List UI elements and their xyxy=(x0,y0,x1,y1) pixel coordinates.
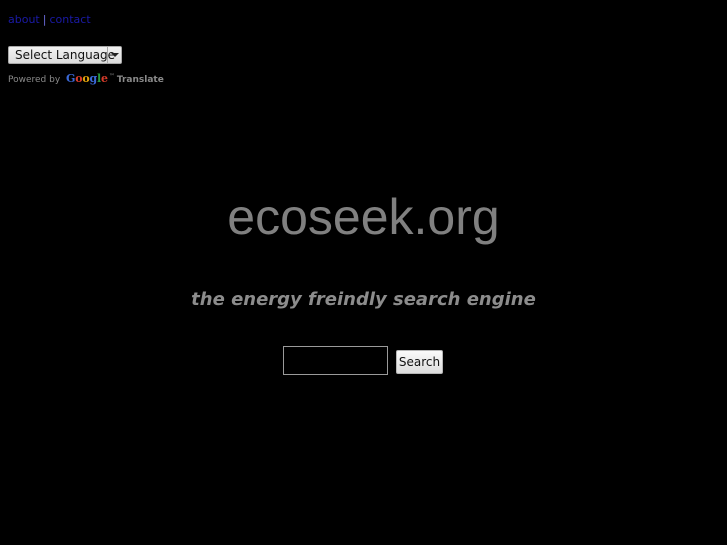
about-link[interactable]: about xyxy=(8,13,40,26)
nav-separator: | xyxy=(42,13,47,26)
google-logo-letter: G xyxy=(66,72,76,85)
google-logo-letter: o xyxy=(82,72,90,85)
trademark-symbol: ™ xyxy=(108,73,115,80)
google-logo-letter: e xyxy=(101,72,108,85)
search-button[interactable]: Search xyxy=(396,350,443,374)
chevron-down-icon xyxy=(111,53,119,57)
page: about | contact Select Language Powered by… xyxy=(0,0,727,545)
powered-by-text: Powered by xyxy=(8,75,61,85)
language-select-dropdown-button[interactable] xyxy=(107,47,121,63)
contact-link[interactable]: contact xyxy=(49,13,90,26)
language-select-label: Select Language xyxy=(15,48,116,62)
top-nav: about | contact xyxy=(8,13,91,27)
google-logo-icon[interactable]: Google xyxy=(66,72,108,85)
site-title: ecoseek.org xyxy=(227,189,500,245)
translate-label: Translate xyxy=(116,75,164,85)
site-tagline: the energy freindly search engine xyxy=(191,289,536,310)
search-input[interactable] xyxy=(283,346,388,375)
powered-by-google-translate: Powered by Google™ Translate xyxy=(8,71,164,86)
google-logo-letter: g xyxy=(89,72,98,85)
language-select[interactable]: Select Language xyxy=(8,46,122,64)
